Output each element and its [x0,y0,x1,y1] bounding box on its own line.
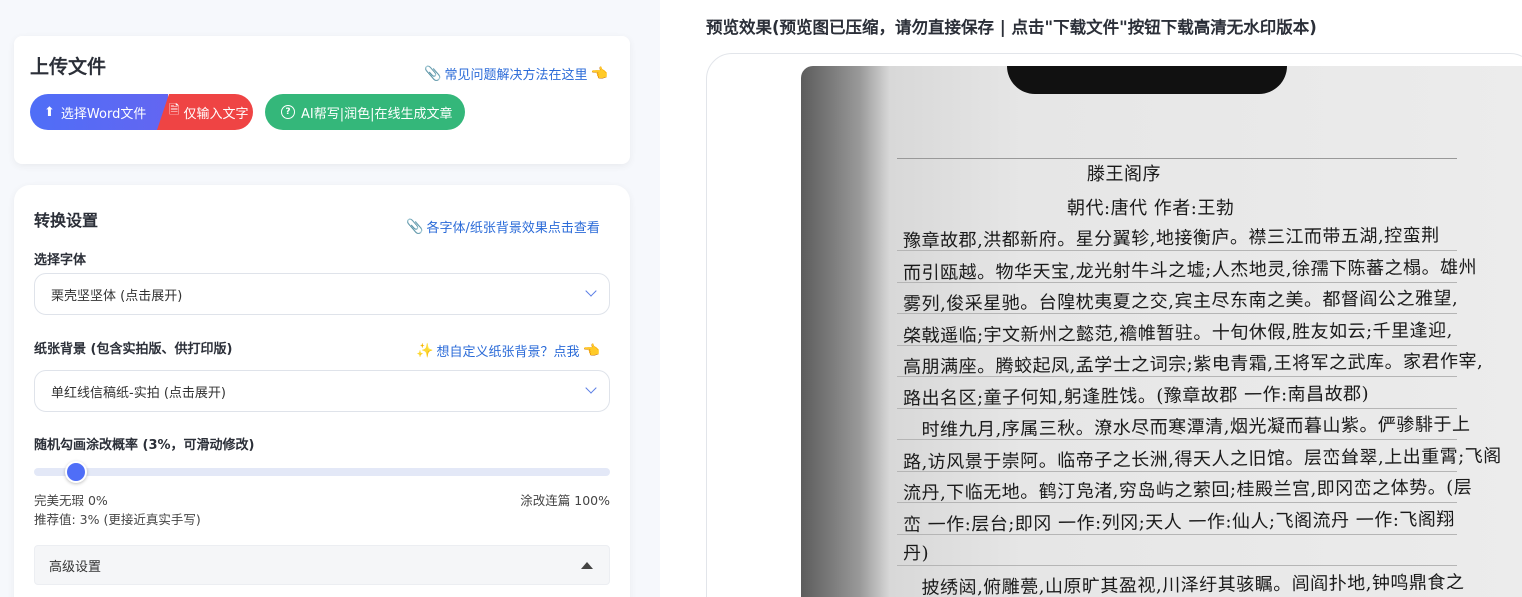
question-circle-icon: ? [281,105,295,119]
advanced-settings-toggle[interactable]: 高级设置 [34,545,610,585]
select-word-file-label: 选择Word文件 [60,106,147,122]
paperclip-icon: 📎 [406,218,424,235]
chevron-down-icon [585,382,597,394]
font-preview-link[interactable]: 📎 各字体/纸张背景效果点击查看 [406,217,600,237]
custom-paper-link[interactable]: ✨ 想自定义纸张背景？点我 👈 [416,341,600,361]
chevron-down-icon [585,285,597,297]
upload-title: 上传文件 [30,56,107,78]
rate-max-label: 涂改连篇 100% [520,493,610,508]
input-text-only-label: 仅输入文字 [183,106,249,122]
ruled-line [897,344,1457,346]
handwriting-line: 而引瓯越。物华天宝,龙光射牛斗之墟;人杰地灵,徐孺下陈蕃之榻。雄州 [902,256,1478,284]
advanced-settings-label: 高级设置 [49,559,102,575]
custom-paper-link-label: 想自定义纸张背景？点我 [436,345,580,360]
ruled-line [897,376,1457,377]
settings-title: 转换设置 [34,211,99,230]
ruled-line [897,439,1457,440]
rate-slider-track[interactable] [34,468,610,476]
upload-icon: ⬆ [44,104,55,120]
preview-frame: 滕王阁序 朝代:唐代 作者:王勃 豫章故郡,洪都新府。星分翼轸,地接衡庐。襟三江… [706,53,1522,597]
font-preview-link-label: 各字体/纸张背景效果点击查看 [426,221,600,236]
preview-title: 预览效果(预览图已压缩，请勿直接保存 | 点击"下载文件"按钮下载高清无水印版本… [706,18,1317,37]
handwriting-line: 峦 一作:层台;即冈 一作:列冈;天人 一作:仙人;飞阁流丹 一作:飞阁翔 [902,508,1455,536]
rate-slider-thumb[interactable] [65,461,88,483]
conversion-settings-card: 转换设置 📎 各字体/纸张背景效果点击查看 选择字体 栗壳坚坚体 (点击展开) … [14,185,630,597]
sparkle-icon: ✨ [416,342,434,359]
ai-write-button[interactable]: ? AI帮写|润色|在线生成文章 [265,94,465,130]
handwriting-subheading: 朝代:唐代 作者:王勃 [1067,198,1235,219]
pointing-hand-icon: 👈 [590,65,608,82]
faq-link[interactable]: 📎 常见问题解决方法在这里 👈 [424,64,608,84]
ruled-line [897,533,1457,535]
rate-recommend: 推荐值: 3% (更接近真实手写) [34,512,201,527]
document-icon: 🗎 [169,103,180,118]
paper-select[interactable]: 单红线信稿纸-实拍 (点击展开) [34,370,610,412]
ruled-line [897,565,1457,566]
rate-min-label: 完美无瑕 0% [34,493,108,508]
ruled-line [897,313,1457,314]
handwriting-line: 丹) [902,542,930,565]
ruled-line [897,502,1457,503]
handwriting-line: 路,访风景于崇阿。临帝子之长洲,得天人之旧馆。层峦耸翠,上出重霄;飞阁 [902,445,1502,473]
ai-write-label: AI帮写|润色|在线生成文章 [301,106,453,122]
handwriting-line: 棨戟遥临;宇文新州之懿范,襜帷暂驻。十旬休假,胜友如云;千里逢迎, [902,319,1453,347]
font-select[interactable]: 栗壳坚坚体 (点击展开) [34,273,610,315]
pointing-hand-icon: 👈 [582,342,600,359]
ruled-line [897,250,1457,251]
font-select-value: 栗壳坚坚体 (点击展开) [51,288,183,304]
paper-label: 纸张背景 (包含实拍版、供打印版) [34,342,233,357]
rate-label: 随机勾画涂改概率 (3%，可滑动修改) [34,438,255,453]
ruled-line [897,470,1457,472]
ruled-line [897,407,1457,409]
paper-clip-shadow [1007,66,1287,94]
ruled-line [897,158,1457,159]
handwriting-heading: 滕王阁序 [1087,164,1161,185]
paperclip-icon: 📎 [424,65,442,82]
upload-card: 上传文件 📎 常见问题解决方法在这里 👈 ⬆ 选择Word文件 🗎 仅输入文字 … [14,36,630,164]
font-label: 选择字体 [34,253,87,268]
handwriting-line: 路出名区;童子何知,躬逢胜饯。(豫章故郡 一作:南昌故郡) [902,383,1370,409]
faq-link-label: 常见问题解决方法在这里 [444,68,588,83]
caret-up-icon [581,562,593,569]
select-word-file-button[interactable]: ⬆ 选择Word文件 [30,94,168,130]
ruled-line [897,281,1457,283]
paper-select-value: 单红线信稿纸-实拍 (点击展开) [51,385,226,401]
input-text-only-button[interactable]: 🗎 仅输入文字 [157,94,253,130]
